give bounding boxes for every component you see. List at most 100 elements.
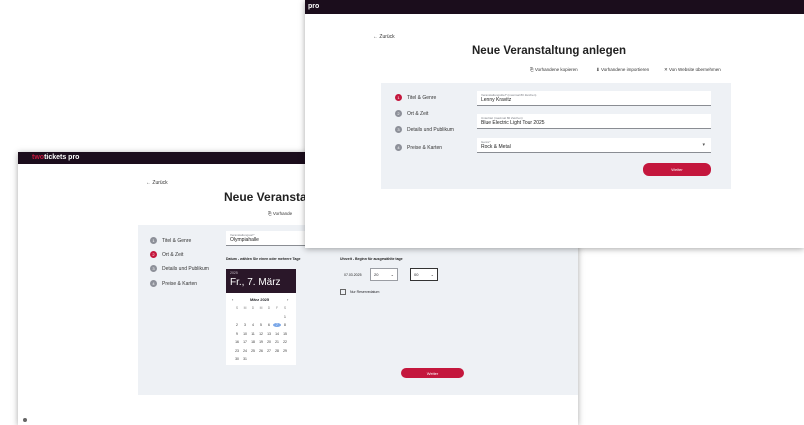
calendar-header: 2025 Fr., 7. März <box>226 269 296 293</box>
download-icon: ⬇ <box>596 67 600 72</box>
front-window: pro ← Zurück Neue Veranstaltung anlegen … <box>305 0 804 248</box>
copy-existing-button[interactable]: ⎘ Vorhande <box>268 211 292 216</box>
calendar-day <box>249 315 257 319</box>
calendar-day[interactable]: 16 <box>233 340 241 344</box>
calendar-day <box>249 357 257 361</box>
help-icon[interactable] <box>23 418 27 422</box>
form-panel: 1 Titel & Genre 2 Ort & Zeit 3 Details und … <box>381 83 731 189</box>
back-link[interactable]: ← Zurück <box>373 34 395 40</box>
calendar-day[interactable]: 25 <box>249 349 257 353</box>
next-button[interactable]: Weiter <box>401 368 464 378</box>
calendar-day[interactable]: 23 <box>233 349 241 353</box>
calendar-day[interactable]: 27 <box>265 349 273 353</box>
page-title: Neue Veranstalt <box>224 190 315 204</box>
brand-logo: pro <box>308 3 320 10</box>
calendar-day <box>257 357 265 361</box>
calendar-day[interactable]: 15 <box>281 332 289 336</box>
calendar-day[interactable]: 5 <box>257 323 265 327</box>
next-month-button[interactable]: › <box>287 297 288 302</box>
brand-logo: twotickets pro <box>32 154 80 161</box>
chevron-down-icon: ▾ <box>702 142 705 148</box>
calendar-week-row: 16 17 18 19 20 21 22 <box>233 340 289 344</box>
selected-date-value: 07.03.2025 <box>344 273 362 277</box>
calendar-day[interactable]: 17 <box>241 340 249 344</box>
calendar-day[interactable]: 29 <box>281 349 289 353</box>
weekday-row: SMDMDFS <box>233 306 289 310</box>
copy-icon: ⎘ <box>268 211 272 216</box>
calendar-day[interactable]: 7 <box>273 323 281 327</box>
calendar-day[interactable]: 31 <box>241 357 249 361</box>
step-prices-tickets[interactable]: 4 Preise & Karten <box>395 144 442 151</box>
calendar-day[interactable]: 26 <box>257 349 265 353</box>
form-panel: 1 Titel & Genre 2 Ort & Zeit 3 Details und … <box>138 225 578 395</box>
subtitle-field[interactable]: Untertitel (maximal 80 Zeichen) Blue Ele… <box>477 114 711 129</box>
weekday-label: M <box>243 306 247 310</box>
import-existing-button[interactable]: ⬇ Vorhandene importieren <box>596 67 649 73</box>
calendar-day[interactable]: 30 <box>233 357 241 361</box>
weekday-label: S <box>235 306 239 310</box>
step-place-time[interactable]: 2 Ort & Zeit <box>395 110 428 117</box>
weekday-label: D <box>251 306 255 310</box>
genre-select[interactable]: Genre* Rock & Metal ▾ <box>477 138 711 153</box>
calendar-day[interactable]: 20 <box>265 340 273 344</box>
calendar-day[interactable]: 22 <box>281 340 289 344</box>
time-prompt: Uhrzeit - Beginn für ausgewählte tage <box>340 257 403 261</box>
calendar-day[interactable]: 8 <box>281 323 289 327</box>
calendar-day[interactable]: 21 <box>273 340 281 344</box>
step-prices-tickets[interactable]: 4 Preise & Karten <box>150 280 197 287</box>
calendar-year: 2025 <box>230 271 238 275</box>
calendar-day <box>273 357 281 361</box>
calendar-day <box>257 315 265 319</box>
weekday-label: F <box>275 306 279 310</box>
minute-select[interactable]: 00 ⌄ <box>410 268 438 281</box>
calendar-day[interactable]: 4 <box>249 323 257 327</box>
step-details-audience[interactable]: 3 Details und Publikum <box>150 265 209 272</box>
calendar-body: ‹ März 2025 › S M D M D F S 1 2 3 4 5 6 7 8 9 10 11 12 13 14… <box>226 293 296 365</box>
back-link[interactable]: ← Zurück <box>146 180 168 186</box>
calendar-selected-date: Fr., 7. März <box>230 277 281 288</box>
weekday-label: M <box>259 306 263 310</box>
calendar-day[interactable]: 24 <box>241 349 249 353</box>
calendar-day[interactable]: 2 <box>233 323 241 327</box>
calendar-day[interactable]: 18 <box>249 340 257 344</box>
calendar-day[interactable]: 14 <box>273 332 281 336</box>
chevron-down-icon: ⌄ <box>390 272 394 277</box>
calendar-day[interactable]: 3 <box>241 323 249 327</box>
venue-field[interactable]: Veranstaltungsort* Olympiahalle <box>226 231 306 246</box>
calendar-day[interactable]: 1 <box>281 315 289 319</box>
next-button[interactable]: Weiter <box>643 163 711 176</box>
calendar-week-row: 1 <box>233 315 289 319</box>
event-title-field[interactable]: Veranstaltungstitel* (maximal 80 Zeichen… <box>477 91 711 106</box>
import-from-website-button[interactable]: ✕ Von Website übernehmen <box>664 67 721 73</box>
step-title-genre[interactable]: 1 Titel & Genre <box>150 237 191 244</box>
chevron-down-icon: ⌄ <box>430 272 434 277</box>
calendar-week-row: 2345678 <box>233 323 289 327</box>
calendar-day[interactable]: 9 <box>233 332 241 336</box>
calendar-day <box>273 315 281 319</box>
calendar-week-row: 9 10 11 12 13 14 15 <box>233 332 289 336</box>
calendar-day <box>281 357 289 361</box>
calendar-day[interactable]: 6 <box>265 323 273 327</box>
date-prompt: Datum - wählen Sie einen oder mehrere Ta… <box>226 257 301 261</box>
calendar-day <box>265 357 273 361</box>
copy-icon: ⎘ <box>530 67 534 72</box>
step-place-time[interactable]: 2 Ort & Zeit <box>150 251 183 258</box>
calendar-day[interactable]: 12 <box>257 332 265 336</box>
copy-existing-button[interactable]: ⎘ Vorhandene kopieren <box>530 67 578 72</box>
reserve-date-checkbox[interactable]: Nur Reservedatum <box>340 289 379 295</box>
hour-select[interactable]: 20 ⌄ <box>370 268 398 281</box>
step-details-audience[interactable]: 3 Details und Publikum <box>395 126 454 133</box>
calendar-day[interactable]: 13 <box>265 332 273 336</box>
calendar-week-row: 30 31 <box>233 357 289 361</box>
prev-month-button[interactable]: ‹ <box>232 297 233 302</box>
calendar-day[interactable]: 11 <box>249 332 257 336</box>
calendar-day[interactable]: 19 <box>257 340 265 344</box>
calendar-week-row: 23 24 25 26 27 28 29 <box>233 349 289 353</box>
step-title-genre[interactable]: 1 Titel & Genre <box>395 94 436 101</box>
calendar-day <box>265 315 273 319</box>
calendar-day[interactable]: 10 <box>241 332 249 336</box>
calendar-day <box>233 315 241 319</box>
calendar-day[interactable]: 28 <box>273 349 281 353</box>
front-topbar: pro <box>305 0 804 14</box>
weekday-label: S <box>283 306 287 310</box>
